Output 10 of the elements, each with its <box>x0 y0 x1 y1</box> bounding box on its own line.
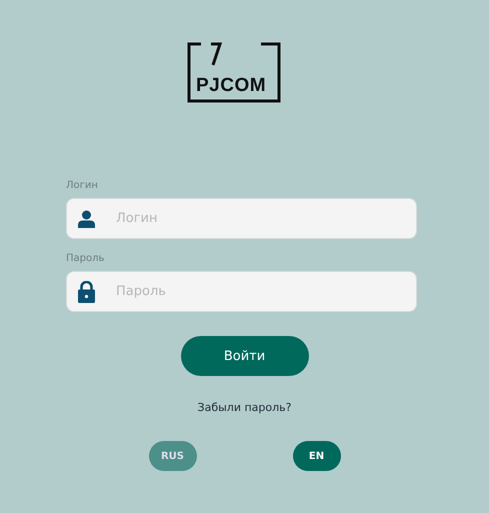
field-label: Пароль <box>66 253 104 264</box>
logo: PJCOM <box>187 42 281 103</box>
user-icon <box>78 210 95 228</box>
input-field[interactable]: Пароль <box>66 271 417 312</box>
field-label: Логин <box>66 180 98 191</box>
forgot-password-link[interactable]: Забыли пароль? <box>198 401 292 414</box>
lock-icon <box>78 280 95 302</box>
login-button[interactable]: Войти <box>180 336 308 376</box>
language-button[interactable]: EN <box>292 441 340 471</box>
input-field[interactable]: Логин <box>66 198 417 239</box>
